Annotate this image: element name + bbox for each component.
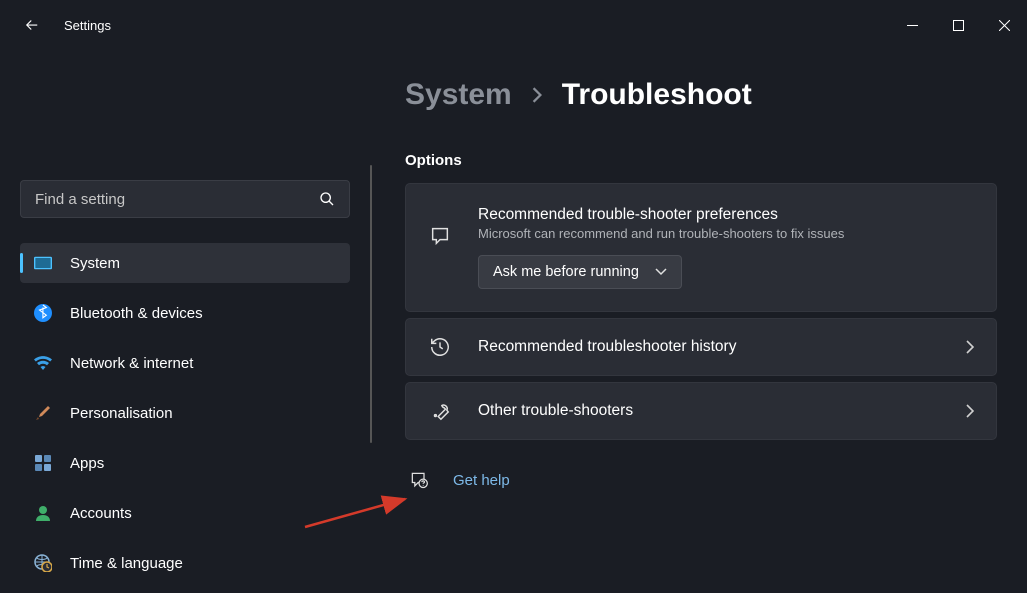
wrench-icon [428,399,452,423]
sidebar-item-label: Network & internet [70,355,193,372]
sidebar-item-accounts[interactable]: Accounts [20,493,350,533]
search-icon [319,191,335,207]
sidebar-item-system[interactable]: System [20,243,350,283]
sidebar-item-label: Bluetooth & devices [70,305,203,322]
minimize-button[interactable] [889,5,935,45]
maximize-button[interactable] [935,5,981,45]
chat-icon [428,224,452,248]
card-recommended-preferences: Recommended trouble-shooter preferences … [405,183,997,312]
chevron-right-icon [966,340,974,354]
sidebar: System Bluetooth & devices Network & int… [0,50,370,593]
card-title: Recommended troubleshooter history [478,338,940,356]
card-title: Other trouble-shooters [478,402,940,420]
sidebar-item-network[interactable]: Network & internet [20,343,350,383]
history-icon [428,335,452,359]
sidebar-item-label: Accounts [70,505,132,522]
dropdown-value: Ask me before running [493,264,639,280]
search-input[interactable] [35,191,319,208]
search-box[interactable] [20,180,350,218]
breadcrumb-current: Troubleshoot [562,78,752,112]
close-button[interactable] [981,5,1027,45]
content-area: System Troubleshoot Options Recommended … [370,50,1027,593]
back-button[interactable] [20,13,44,37]
chevron-down-icon [655,268,667,276]
preferences-dropdown[interactable]: Ask me before running [478,255,682,289]
apps-icon [34,454,52,472]
wifi-icon [34,354,52,372]
chevron-right-icon [532,87,542,103]
chevron-right-icon [966,404,974,418]
get-help-row[interactable]: Get help [405,470,997,490]
card-other-troubleshooters[interactable]: Other trouble-shooters [405,382,997,440]
paintbrush-icon [34,404,52,422]
help-icon [409,470,429,490]
breadcrumb-parent[interactable]: System [405,78,512,112]
sidebar-item-label: System [70,255,120,272]
window-title: Settings [64,18,111,33]
card-subtitle: Microsoft can recommend and run trouble-… [478,226,974,241]
breadcrumb: System Troubleshoot [405,78,997,112]
sidebar-item-label: Time & language [70,555,183,572]
sidebar-item-label: Personalisation [70,405,173,422]
globe-clock-icon [34,554,52,572]
system-icon [34,254,52,272]
titlebar: Settings [0,0,1027,50]
person-icon [34,504,52,522]
sidebar-item-apps[interactable]: Apps [20,443,350,483]
get-help-link[interactable]: Get help [453,472,510,489]
sidebar-item-personalisation[interactable]: Personalisation [20,393,350,433]
card-troubleshooter-history[interactable]: Recommended troubleshooter history [405,318,997,376]
sidebar-item-bluetooth[interactable]: Bluetooth & devices [20,293,350,333]
bluetooth-icon [34,304,52,322]
card-title: Recommended trouble-shooter preferences [478,206,974,224]
scroll-indicator[interactable] [370,165,372,443]
sidebar-item-label: Apps [70,455,104,472]
sidebar-item-time-language[interactable]: Time & language [20,543,350,583]
section-title-options: Options [405,152,997,169]
